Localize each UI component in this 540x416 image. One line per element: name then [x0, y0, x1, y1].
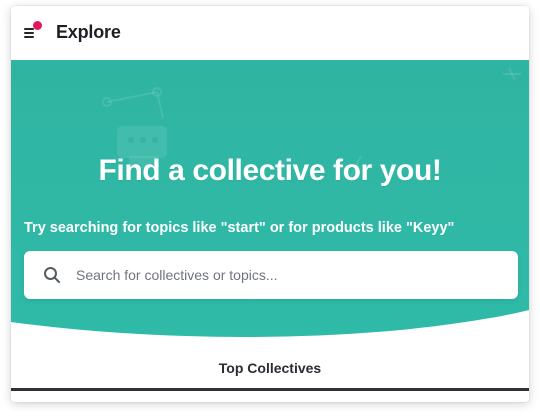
search-icon — [44, 267, 60, 283]
collective-tabs: Top Collectives — [11, 346, 529, 402]
active-tab-indicator — [11, 388, 529, 391]
search-input[interactable] — [76, 251, 506, 299]
hamburger-menu-icon-line — [24, 36, 34, 38]
tab-top-collectives[interactable]: Top Collectives — [11, 360, 529, 376]
hamburger-menu-icon-line — [24, 32, 34, 34]
app-window: Explore Find a collective for you! Try s… — [11, 6, 529, 402]
top-bar: Explore — [11, 6, 529, 60]
menu-button[interactable] — [24, 21, 42, 42]
hero-heading: Find a collective for you! — [98, 154, 442, 187]
hero-banner: Find a collective for you! Try searching… — [11, 60, 529, 346]
hamburger-menu-icon — [24, 28, 34, 30]
page-title: Explore — [56, 22, 121, 42]
hero-subtitle: Try searching for topics like "start" or… — [24, 220, 455, 236]
search-bar[interactable] — [24, 251, 518, 299]
notification-dot — [33, 21, 42, 30]
hero-background-illustration — [11, 60, 529, 346]
